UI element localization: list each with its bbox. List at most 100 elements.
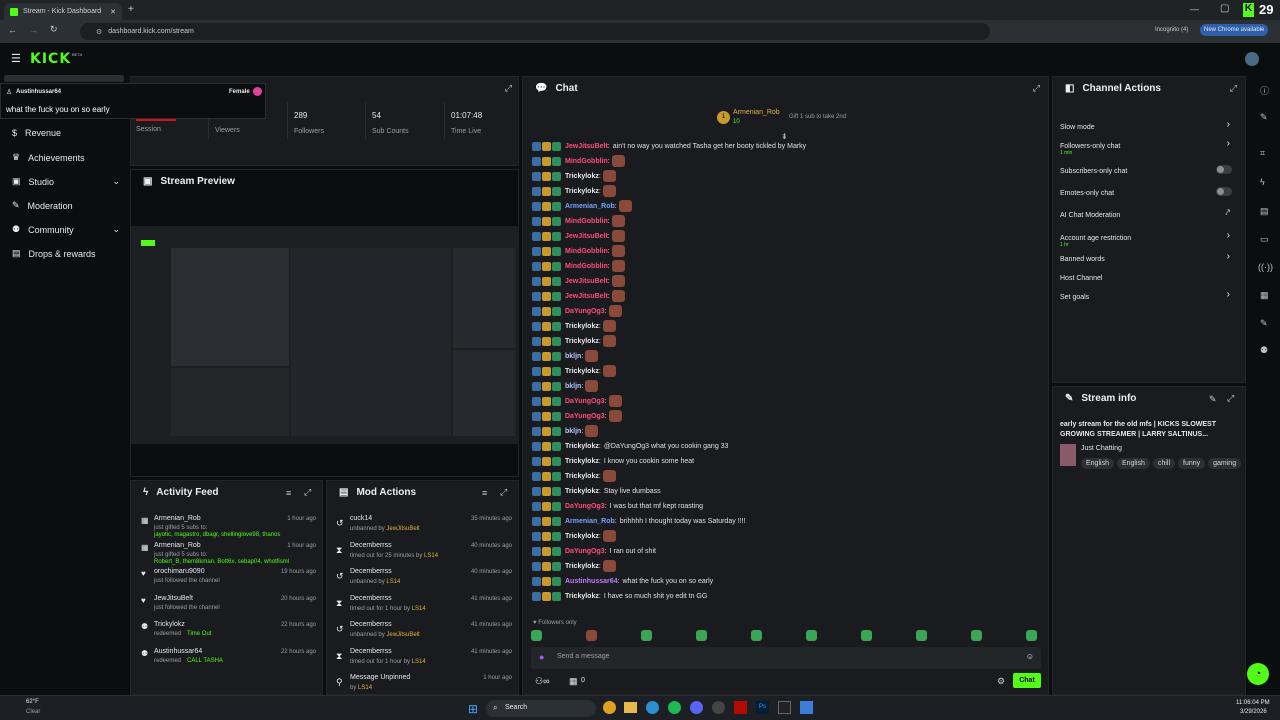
kick-extension-icon[interactable]: K: [1243, 3, 1254, 17]
chat-message[interactable]: Trickylokz: Stay live dumbass: [532, 484, 661, 498]
obs-app-icon[interactable]: [712, 701, 725, 714]
mod-by[interactable]: LS14: [424, 553, 438, 559]
back-icon[interactable]: ←: [8, 25, 17, 35]
chat-message[interactable]: JewJitsuBelt:: [532, 289, 625, 303]
sidebar-item-moderation[interactable]: ✎ Moderation: [12, 200, 120, 211]
channel-action-item[interactable]: Banned words ›: [1060, 251, 1240, 271]
chat-message[interactable]: DaYungOg3:: [532, 394, 622, 408]
avatar[interactable]: [1245, 52, 1259, 66]
sidebar-item-studio[interactable]: ▣ Studio ⌄: [12, 176, 120, 187]
terminal-app-icon[interactable]: [778, 701, 791, 714]
chat-message[interactable]: Trickylokz:: [532, 184, 616, 198]
chat-message[interactable]: DaYungOg3:: [532, 409, 622, 423]
emote-icon[interactable]: [971, 630, 982, 641]
send-chat-button[interactable]: Chat: [1013, 673, 1041, 688]
mod-target[interactable]: Decemberrss: [350, 648, 392, 655]
activity-user[interactable]: Trickylokz: [154, 621, 185, 628]
toggle-switch[interactable]: [1216, 165, 1232, 174]
chat-username[interactable]: JewJitsuBelt: [565, 278, 608, 285]
chat-username[interactable]: DaYungOg3: [565, 308, 605, 315]
sidebar-item-community[interactable]: ⚉ Community ⌄: [12, 224, 120, 235]
mod-by[interactable]: LS14: [412, 659, 426, 665]
external-link-icon[interactable]: ⤤: [1225, 208, 1230, 218]
channel-action-item[interactable]: Followers-only chat 1 min ›: [1060, 138, 1240, 158]
mod-action-item[interactable]: ↺ cuck14 35 minutes ago unbanned by JewJ…: [327, 513, 518, 539]
chat-username[interactable]: DaYungOg3: [565, 413, 605, 420]
mod-by[interactable]: LS14: [358, 685, 372, 691]
points-icon[interactable]: ⚇∞: [535, 676, 549, 687]
chat-message[interactable]: MindGobblin:: [532, 214, 625, 228]
preview-video[interactable]: [131, 226, 519, 444]
chat-username[interactable]: DaYungOg3: [565, 548, 605, 555]
chat-message[interactable]: Armenian_Rob: brihhhh I thought today wa…: [532, 514, 745, 528]
chat-message[interactable]: bkljn:: [532, 349, 599, 363]
channel-action-item[interactable]: Slow mode ›: [1060, 119, 1240, 139]
mod-action-item[interactable]: ⧗ Decemberrss 41 minutes ago timed out f…: [327, 593, 518, 619]
activity-user[interactable]: Austinhussar64: [154, 648, 202, 655]
chat-username[interactable]: MindGobblin: [565, 263, 608, 270]
spotify-app-icon[interactable]: [668, 701, 681, 714]
activity-item[interactable]: ♥ JewJitsuBelt 20 hours ago just followe…: [131, 593, 322, 619]
chat-message[interactable]: Trickylokz: @DaYungOg3 what you cookin g…: [532, 439, 728, 453]
support-chat-icon[interactable]: ◔: [1247, 663, 1269, 685]
emote-icon[interactable]: [751, 630, 762, 641]
close-tab-icon[interactable]: ✕: [110, 8, 116, 16]
chat-username[interactable]: Trickylokz: [565, 323, 599, 330]
chat-username[interactable]: Trickylokz: [565, 563, 599, 570]
chat-username[interactable]: Trickylokz: [565, 458, 599, 465]
info-icon[interactable]: ⓘ: [1260, 84, 1269, 97]
mod-target[interactable]: Decemberrss: [350, 568, 392, 575]
chat-message[interactable]: Trickylokz:: [532, 559, 616, 573]
popout-icon[interactable]: ⤢: [1227, 393, 1234, 404]
activity-item[interactable]: ⚉ Trickylokz 22 hours ago redeemed Time …: [131, 619, 322, 645]
chat-username[interactable]: Trickylokz: [565, 473, 599, 480]
mod-action-item[interactable]: ⧗ Decemberrss 41 minutes ago timed out f…: [327, 646, 518, 672]
crop-icon[interactable]: ⌗: [1260, 148, 1265, 159]
popout-icon[interactable]: ⤢: [1230, 83, 1237, 94]
clock-date[interactable]: 3/29/2026: [1240, 709, 1267, 715]
chat-message[interactable]: bkljn:: [532, 424, 599, 438]
mod-target[interactable]: cuck14: [350, 515, 372, 522]
pencil-icon[interactable]: ✎: [1260, 112, 1268, 123]
chat-message[interactable]: Armenian_Rob:: [532, 199, 632, 213]
tag-chip[interactable]: chill: [1152, 458, 1175, 469]
edge-app-icon[interactable]: [646, 701, 659, 714]
emote-icon[interactable]: [1026, 630, 1037, 641]
chat-message[interactable]: Austinhussar64: what the fuck you on so …: [532, 574, 713, 588]
chat-message[interactable]: Trickylokz:: [532, 529, 616, 543]
photoshop-app-icon[interactable]: Ps: [756, 701, 769, 714]
channel-action-item[interactable]: AI Chat Moderation ⤤: [1060, 208, 1240, 227]
layout-icon[interactable]: ▦: [1260, 290, 1269, 301]
chat-message[interactable]: Trickylokz: I have so much shit yo edit …: [532, 589, 707, 603]
activity-item[interactable]: ⚉ Austinhussar64 22 hours ago redeemed C…: [131, 646, 322, 672]
channel-action-item[interactable]: Emotes-only chat: [1060, 187, 1240, 205]
chat-username[interactable]: bkljn: [565, 383, 581, 390]
mic-icon[interactable]: ●: [539, 652, 544, 662]
gift-icon[interactable]: ▦: [569, 676, 578, 687]
chat-message[interactable]: Trickylokz:: [532, 319, 616, 333]
mod-by[interactable]: JewJitsuBelt: [386, 632, 419, 638]
chat-message[interactable]: JewJitsuBelt:: [532, 274, 625, 288]
sidebar-item-drops[interactable]: ▤ Drops & rewards: [12, 248, 120, 259]
new-chrome-button[interactable]: New Chrome available: [1200, 24, 1269, 36]
tag-chip[interactable]: English: [1081, 458, 1114, 469]
emote-icon[interactable]: [531, 630, 542, 641]
photos-app-icon[interactable]: [800, 701, 813, 714]
tag-chip[interactable]: English: [1116, 458, 1150, 469]
chat-username[interactable]: Trickylokz: [565, 533, 599, 540]
pinned-gifter[interactable]: 1 Armenian_Rob 10 Gift 1 sub to take 2nd: [717, 108, 877, 130]
lightning-icon[interactable]: ϟ: [1260, 177, 1265, 187]
mod-by[interactable]: JewJitsuBelt: [386, 526, 419, 532]
chat-message[interactable]: bkljn:: [532, 379, 599, 393]
taskbar-search[interactable]: ⌕ Search: [486, 700, 596, 717]
channel-action-item[interactable]: Account age restriction 1 hr ›: [1060, 230, 1240, 250]
chat-username[interactable]: Trickylokz: [565, 443, 599, 450]
chat-username[interactable]: Armenian_Rob: [565, 203, 615, 210]
activity-item[interactable]: ▦ Armenian_Rob 1 hour ago just gifted 5 …: [131, 513, 322, 539]
channel-action-item[interactable]: Set goals ›: [1060, 289, 1240, 309]
chat-username[interactable]: bkljn: [565, 428, 581, 435]
chat-username[interactable]: Austinhussar64: [565, 578, 618, 585]
explorer-app-icon[interactable]: [624, 702, 637, 713]
toggle-switch[interactable]: [1216, 187, 1232, 196]
emote-icon[interactable]: [586, 630, 597, 641]
